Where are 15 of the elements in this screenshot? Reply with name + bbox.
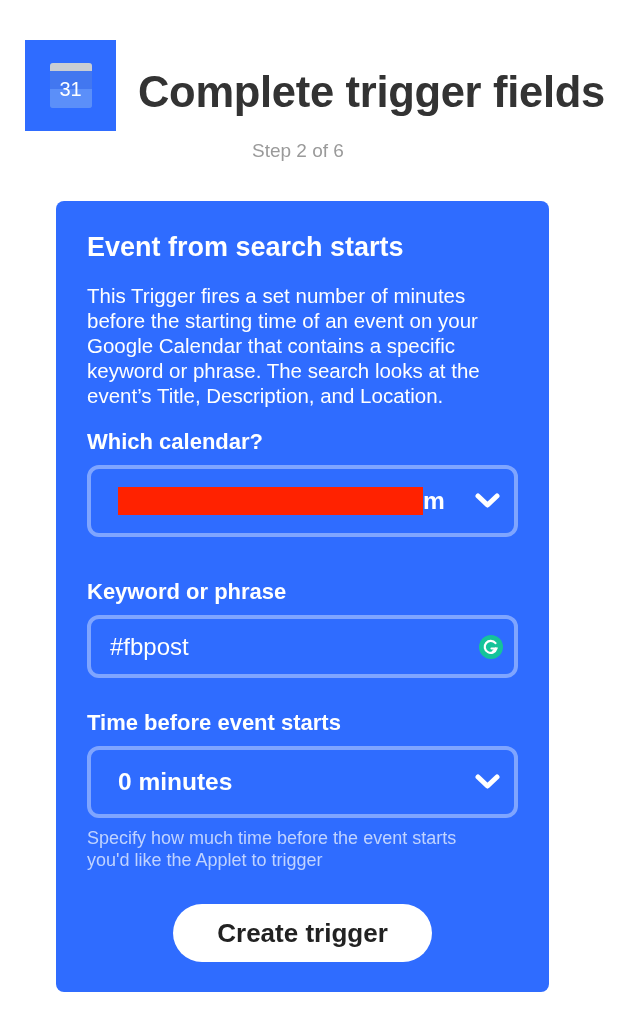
card-title: Event from search starts xyxy=(87,231,405,263)
field-label: Which calendar? xyxy=(87,428,264,456)
create-trigger-button[interactable]: Create trigger xyxy=(173,904,432,962)
chevron-down-icon xyxy=(475,774,500,790)
dropdown-select[interactable]: 0 minutes xyxy=(87,746,518,818)
field-label: Keyword or phrase xyxy=(87,578,287,606)
card-description: This Trigger fires a set number of minutes before the starting time of an event on your Google Calendar that contains a specific keyword or phrase. The search looks at the event’s Title, Description, and Location. xyxy=(87,283,481,408)
page-title: Complete trigger fields xyxy=(138,68,605,117)
chevron-down-icon xyxy=(475,493,500,509)
field-label: Time before event starts xyxy=(87,709,341,737)
step-indicator: Step 2 of 6 xyxy=(252,139,344,163)
help-text: Specify how much time before the event starts you'd like the Applet to trigger xyxy=(87,827,458,871)
text-input[interactable]: #fbpost xyxy=(87,615,518,678)
calendar-logo: 31 xyxy=(25,40,116,131)
dropdown-select[interactable]: m xyxy=(87,465,518,537)
